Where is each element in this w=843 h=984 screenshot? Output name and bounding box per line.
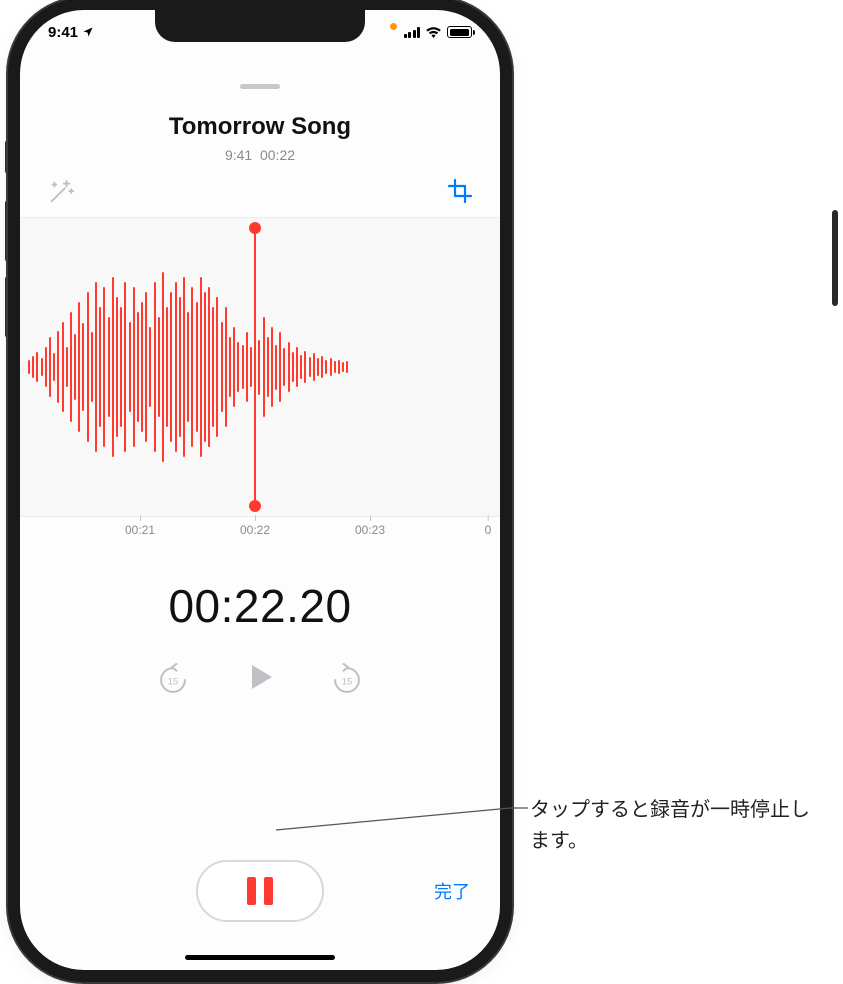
side-button [832,210,838,306]
volume-down-button [5,276,11,338]
callout-text: タップすると録音が一時停止します。 [530,795,820,857]
recording-time: 9:41 [225,147,252,163]
home-indicator[interactable] [185,955,335,960]
trim-icon[interactable] [446,177,474,205]
skip-back-15-button[interactable]: 15 [156,663,190,697]
mic-in-use-indicator [390,23,397,30]
status-time: 9:41 [48,24,78,41]
wifi-icon [425,26,442,38]
play-button[interactable] [242,659,278,700]
tick-label: 0 [485,523,492,537]
svg-text:15: 15 [168,676,178,686]
sheet-grabber[interactable] [240,84,280,89]
elapsed-time: 00:22.20 [20,579,500,633]
recording-duration: 00:22 [260,147,295,163]
playhead-handle-top[interactable] [249,222,261,234]
pause-icon [247,877,273,905]
iphone-frame: 9:41 Tomorrow Song 9:41 00:22 [20,10,500,970]
waveform [20,272,348,462]
enhance-icon[interactable] [46,177,76,207]
recording-sheet: Tomorrow Song 9:41 00:22 00:21 [20,54,500,970]
pause-record-button[interactable] [196,860,324,922]
playhead-handle-bottom[interactable] [249,500,261,512]
playback-controls: 15 15 [20,659,500,700]
tick-label: 00:22 [240,523,270,537]
timeline[interactable]: 00:21 00:22 00:23 0 [20,517,500,551]
cellular-icon [404,27,421,38]
tick-label: 00:23 [355,523,385,537]
location-icon [82,26,94,38]
playhead[interactable] [254,228,256,506]
volume-up-button [5,200,11,262]
notch [155,10,365,42]
battery-icon [447,26,472,38]
mute-switch [5,140,11,174]
tick-label: 00:21 [125,523,155,537]
waveform-area[interactable] [20,217,500,517]
done-button[interactable]: 完了 [434,878,470,904]
svg-text:15: 15 [342,676,352,686]
recording-title[interactable]: Tomorrow Song [20,113,500,141]
recording-meta: 9:41 00:22 [20,147,500,163]
skip-forward-15-button[interactable]: 15 [330,663,364,697]
